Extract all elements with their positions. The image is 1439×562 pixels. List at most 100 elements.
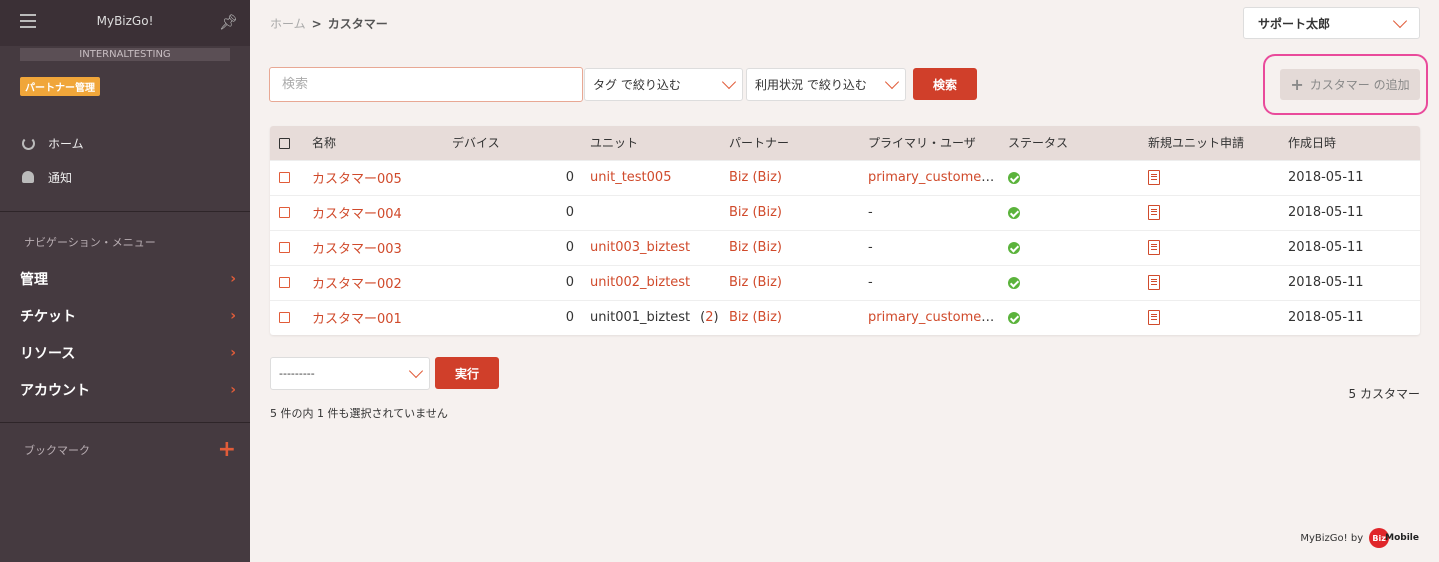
partner-management-badge[interactable]: パートナー管理 <box>20 77 100 96</box>
status-ok-icon <box>1008 206 1020 219</box>
primary-user: - <box>868 240 873 255</box>
partner-link[interactable]: Biz (Biz) <box>729 310 782 325</box>
row-checkbox[interactable] <box>279 172 290 183</box>
primary-user: - <box>868 275 873 290</box>
sidebar-item-home[interactable]: ホーム <box>0 126 250 160</box>
breadcrumb-separator: > <box>311 17 322 31</box>
bizmobile-logo: Biz Mobile <box>1369 528 1419 548</box>
device-count: 0 <box>565 310 574 326</box>
bell-icon <box>20 169 36 185</box>
primary-user-link[interactable]: primary_customer005 <box>868 170 1008 185</box>
chevron-right-icon: › <box>230 270 236 287</box>
search-button[interactable]: 検索 <box>913 68 977 100</box>
add-bookmark-icon[interactable]: + <box>218 439 236 461</box>
column-header-partner[interactable]: パートナー <box>729 126 868 160</box>
partner-link[interactable]: Biz (Biz) <box>729 170 782 185</box>
document-icon[interactable] <box>1148 170 1160 185</box>
bulk-action-value: --------- <box>279 367 315 380</box>
add-customer-button[interactable]: + カスタマー の追加 <box>1280 69 1420 100</box>
column-header-status[interactable]: ステータス <box>1008 126 1148 160</box>
status-ok-icon <box>1008 171 1020 184</box>
sidebar-item-tickets[interactable]: チケット › <box>0 297 250 334</box>
customer-name-link[interactable]: カスタマー005 <box>312 172 402 187</box>
created-date: 2018-05-11 <box>1288 170 1364 185</box>
column-header-devices[interactable]: デバイス <box>452 126 590 160</box>
chevron-down-icon <box>721 74 737 90</box>
customer-name-link[interactable]: カスタマー002 <box>312 277 402 292</box>
table-header-row: 名称 デバイス ユニット パートナー プライマリ・ユーザ ステータス 新規ユニッ… <box>270 126 1420 160</box>
column-header-new-unit[interactable]: 新規ユニット申請 <box>1148 126 1288 160</box>
unit-link[interactable]: unit003_biztest <box>590 240 690 255</box>
device-count: 0 <box>565 240 574 255</box>
breadcrumb-home[interactable]: ホーム <box>270 17 306 31</box>
pin-icon[interactable]: 📌︎ <box>219 13 238 31</box>
chevron-right-icon: › <box>230 307 236 324</box>
table-row: カスタマー001 0 unit001_biztest (2) Biz (Biz) … <box>270 300 1420 335</box>
bookmark-title: ブックマーク <box>24 444 90 457</box>
chevron-down-icon <box>408 363 424 379</box>
unit-link[interactable]: unit002_biztest <box>590 275 690 290</box>
unit-name: unit001_biztest <box>590 310 691 326</box>
sidebar-item-notifications[interactable]: 通知 <box>0 160 250 194</box>
sidebar-item-label: チケット <box>20 308 76 325</box>
sidebar-item-management[interactable]: 管理 › <box>0 260 250 297</box>
chevron-right-icon: › <box>230 344 236 361</box>
sidebar-item-label: 通知 <box>48 170 73 185</box>
table-row: カスタマー004 0 Biz (Biz) - 2018-05-11 <box>270 195 1420 230</box>
app-title: MyBizGo! <box>96 14 154 28</box>
user-menu[interactable]: サポート太郎 <box>1243 7 1420 39</box>
partner-link[interactable]: Biz (Biz) <box>729 240 782 255</box>
sidebar-item-label: 管理 <box>20 271 48 288</box>
column-header-name[interactable]: 名称 <box>312 126 452 160</box>
breadcrumb: ホーム > カスタマー <box>270 15 388 32</box>
table-row: カスタマー002 0 unit002_biztest Biz (Biz) - 2… <box>270 265 1420 300</box>
device-count: 0 <box>565 170 574 185</box>
usage-filter-label: 利用状況 で絞り込む <box>755 78 867 92</box>
row-checkbox[interactable] <box>279 277 290 288</box>
column-header-unit[interactable]: ユニット <box>590 126 729 160</box>
usage-filter-select[interactable]: 利用状況 で絞り込む <box>746 68 906 101</box>
customer-name-link[interactable]: カスタマー003 <box>312 242 402 257</box>
customer-table: 名称 デバイス ユニット パートナー プライマリ・ユーザ ステータス 新規ユニッ… <box>270 126 1420 335</box>
customer-name-link[interactable]: カスタマー004 <box>312 207 402 222</box>
partner-link[interactable]: Biz (Biz) <box>729 205 782 220</box>
created-date: 2018-05-11 <box>1288 240 1364 255</box>
sidebar: MyBizGo! 📌︎ INTERNALTESTING パートナー管理 ホーム … <box>0 0 250 562</box>
footer-text: MyBizGo! by <box>1300 532 1364 544</box>
column-header-created[interactable]: 作成日時 <box>1288 126 1420 160</box>
nav-section-title: ナビゲーション・メニュー <box>24 236 156 249</box>
document-icon[interactable] <box>1148 205 1160 220</box>
created-date: 2018-05-11 <box>1288 310 1364 326</box>
tag-filter-select[interactable]: タグ で絞り込む <box>584 68 743 101</box>
sidebar-item-label: ホーム <box>48 136 84 151</box>
sidebar-item-account[interactable]: アカウント › <box>0 371 250 408</box>
select-all-checkbox[interactable] <box>279 137 290 149</box>
add-customer-label: カスタマー の追加 <box>1309 78 1410 92</box>
footer: MyBizGo! by Biz Mobile <box>1300 528 1419 548</box>
home-icon <box>20 135 36 151</box>
user-name: サポート太郎 <box>1258 16 1331 31</box>
column-header-primary-user[interactable]: プライマリ・ユーザ <box>868 126 1008 160</box>
document-icon[interactable] <box>1148 310 1160 326</box>
run-button[interactable]: 実行 <box>435 357 499 389</box>
row-checkbox[interactable] <box>279 242 290 253</box>
plus-icon: + <box>1290 75 1304 94</box>
primary-user: - <box>868 205 873 220</box>
row-checkbox[interactable] <box>279 207 290 218</box>
unit-count[interactable]: (2) <box>700 310 718 325</box>
sidebar-item-resources[interactable]: リソース › <box>0 334 250 371</box>
bookmark-section: ブックマーク + <box>0 423 250 461</box>
document-icon[interactable] <box>1148 275 1160 290</box>
unit-count-value: 2 <box>705 310 714 326</box>
created-date: 2018-05-11 <box>1288 275 1364 290</box>
customer-count: 5 カスタマー <box>1348 387 1420 401</box>
bulk-action-select[interactable]: --------- <box>270 357 430 390</box>
search-input[interactable] <box>269 67 583 102</box>
status-ok-icon <box>1008 241 1020 254</box>
partner-link[interactable]: Biz (Biz) <box>729 275 782 290</box>
unit-link[interactable]: unit_test005 <box>590 170 671 185</box>
primary-user-link[interactable]: primary_customer001 <box>868 310 1008 325</box>
customer-name-link[interactable]: カスタマー001 <box>312 312 402 327</box>
row-checkbox[interactable] <box>279 312 290 324</box>
document-icon[interactable] <box>1148 240 1160 255</box>
